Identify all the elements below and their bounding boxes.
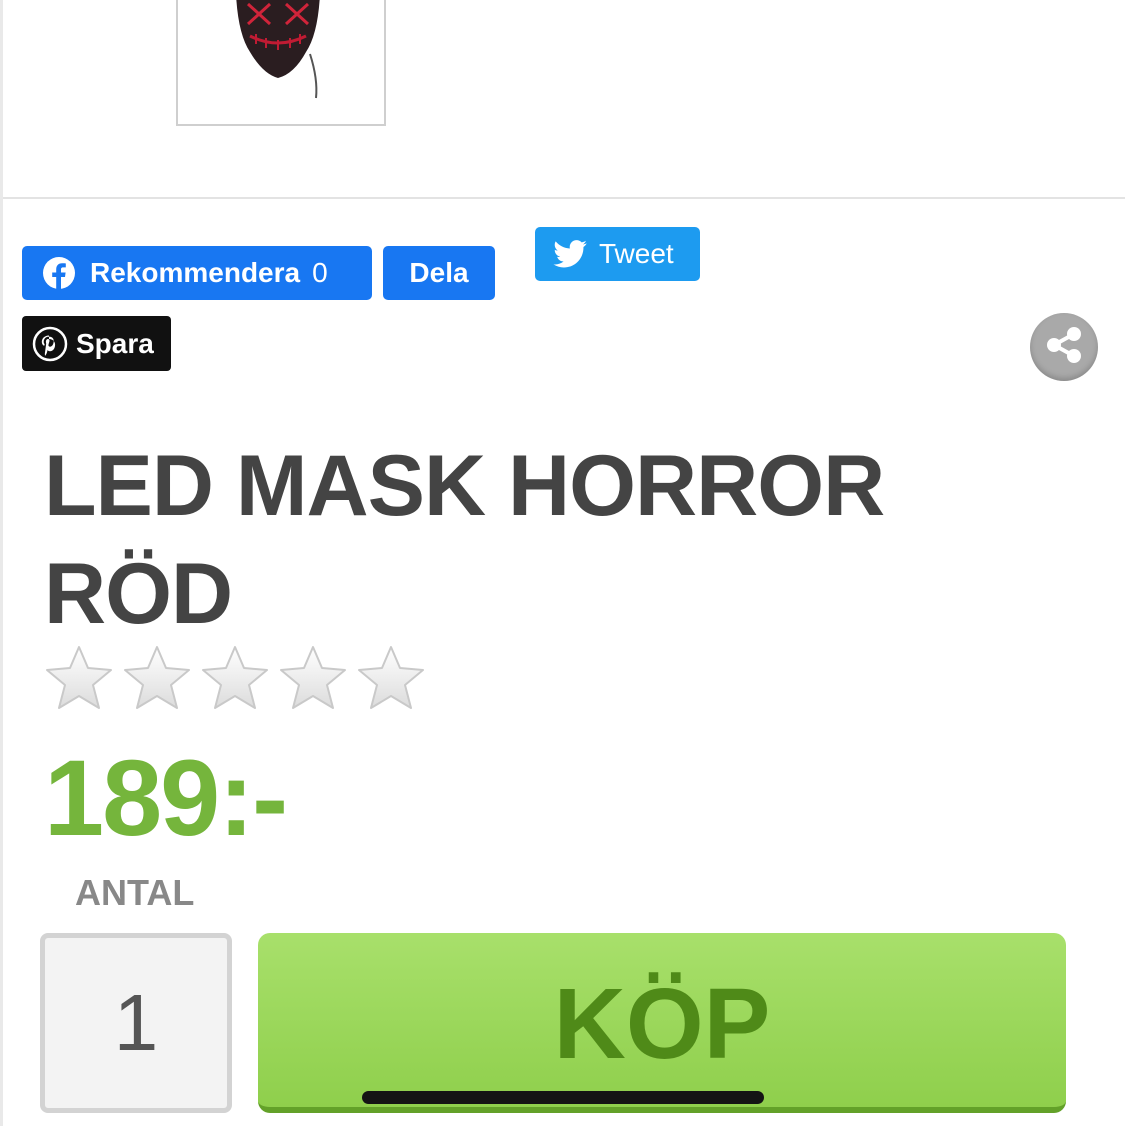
quantity-input[interactable] <box>40 933 232 1113</box>
product-title: LED MASK HORROR RÖD <box>44 438 885 642</box>
mask-image <box>236 0 320 99</box>
twitter-icon <box>553 240 587 268</box>
quantity-label: ANTAL <box>75 872 195 913</box>
star-icon[interactable] <box>278 643 348 713</box>
page-left-border <box>0 0 3 1126</box>
buy-button[interactable]: KÖP <box>258 933 1066 1113</box>
rating-stars[interactable] <box>44 643 426 713</box>
star-icon[interactable] <box>122 643 192 713</box>
share-button[interactable] <box>1030 313 1098 381</box>
home-indicator <box>362 1091 764 1104</box>
pinterest-save-button[interactable]: Spara <box>22 316 171 371</box>
share-icon <box>1042 323 1086 372</box>
facebook-share-button[interactable]: Dela <box>383 246 495 300</box>
tweet-label: Tweet <box>599 238 674 269</box>
star-icon[interactable] <box>200 643 270 713</box>
share-label: Dela <box>409 257 469 288</box>
star-icon[interactable] <box>356 643 426 713</box>
recommend-label: Rekommendera <box>90 257 301 288</box>
tweet-button[interactable]: Tweet <box>535 227 700 281</box>
product-price: 189:- <box>44 737 288 858</box>
facebook-icon <box>42 256 76 290</box>
section-divider <box>3 197 1125 199</box>
pin-label: Spara <box>76 327 154 359</box>
recommend-count: 0 <box>312 257 328 288</box>
facebook-recommend-button[interactable]: Rekommendera 0 <box>22 246 372 300</box>
product-thumbnail[interactable] <box>176 0 386 126</box>
pinterest-icon <box>32 326 68 362</box>
star-icon[interactable] <box>44 643 114 713</box>
